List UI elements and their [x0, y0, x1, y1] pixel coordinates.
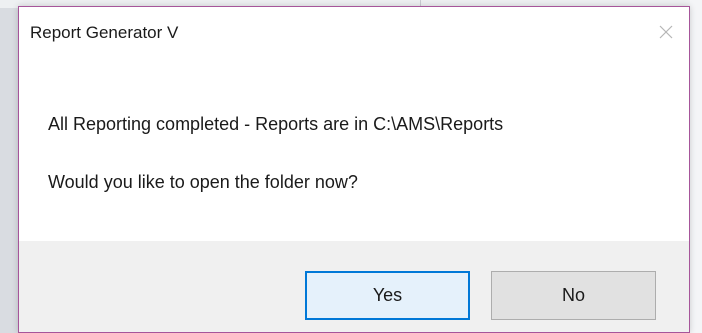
message-text-completed: All Reporting completed - Reports are in… [48, 114, 504, 134]
background-left-strip [0, 0, 18, 333]
dialog-button-bar: Yes No [19, 241, 689, 332]
background-right-strip [690, 0, 702, 333]
message-text-question: Would you like to open the folder now? [48, 172, 358, 192]
dialog-titlebar[interactable]: Report Generator V [19, 7, 689, 57]
dialog-content: All Reporting completed - Reports are in… [19, 57, 689, 241]
close-button[interactable] [643, 7, 689, 57]
no-button[interactable]: No [491, 271, 656, 320]
close-icon [659, 25, 673, 39]
yes-button[interactable]: Yes [305, 271, 470, 320]
message-dialog: Report Generator V All Reporting complet… [18, 6, 690, 333]
dialog-title: Report Generator V [30, 23, 179, 42]
